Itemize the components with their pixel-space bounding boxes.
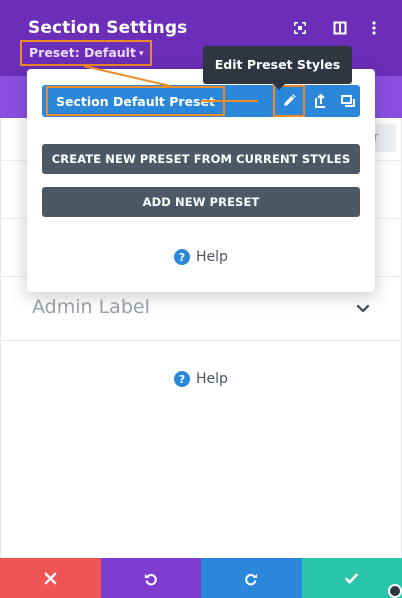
create-preset-button[interactable]: CREATE NEW PRESET FROM CURRENT STYLES (42, 144, 360, 174)
split-view-icon[interactable] (332, 20, 348, 36)
admin-label-toggle[interactable]: Admin Label (32, 296, 150, 318)
resize-handle[interactable] (388, 584, 402, 598)
redo-button[interactable] (201, 558, 302, 598)
preset-dropdown[interactable]: Preset: Default ▾ (20, 40, 153, 66)
help-icon: ? (174, 249, 190, 265)
fullscreen-icon[interactable] (292, 20, 308, 36)
redo-icon (244, 573, 257, 585)
help-label: Help (196, 371, 228, 387)
modal-title: Section Settings (28, 18, 188, 38)
settings-modal: Section Settings Preset: Default▾ er Adm… (0, 0, 402, 598)
preset-dropdown-label: Preset: Default (29, 45, 136, 60)
panel-edge (0, 118, 1, 558)
divider (0, 340, 402, 341)
caret-down-icon: ▾ (138, 49, 144, 59)
save-button[interactable] (301, 558, 402, 598)
popover-help-link[interactable]: ? Help (174, 249, 228, 265)
tooltip-arrow (273, 84, 285, 90)
undo-icon (145, 573, 158, 585)
discard-button[interactable] (0, 558, 101, 598)
edit-pencil-icon (284, 94, 296, 106)
help-icon: ? (174, 371, 190, 387)
duplicate-icon[interactable] (340, 93, 356, 109)
help-link[interactable]: ? Help (174, 371, 228, 387)
tooltip: Edit Preset Styles (203, 46, 352, 84)
check-icon (345, 573, 359, 583)
add-preset-button[interactable]: ADD NEW PRESET (42, 187, 360, 217)
help-label: Help (196, 249, 228, 265)
export-icon[interactable] (313, 93, 329, 109)
preset-popover: Section Default Preset CREATE NEW PRESET… (27, 69, 375, 292)
close-icon (44, 572, 57, 584)
more-vertical-icon[interactable] (366, 20, 382, 36)
modal-footer (0, 558, 402, 598)
chevron-down-icon[interactable] (355, 300, 371, 316)
preset-row[interactable]: Section Default Preset (42, 85, 360, 117)
undo-button[interactable] (100, 558, 201, 598)
preset-name[interactable]: Section Default Preset (46, 86, 225, 116)
